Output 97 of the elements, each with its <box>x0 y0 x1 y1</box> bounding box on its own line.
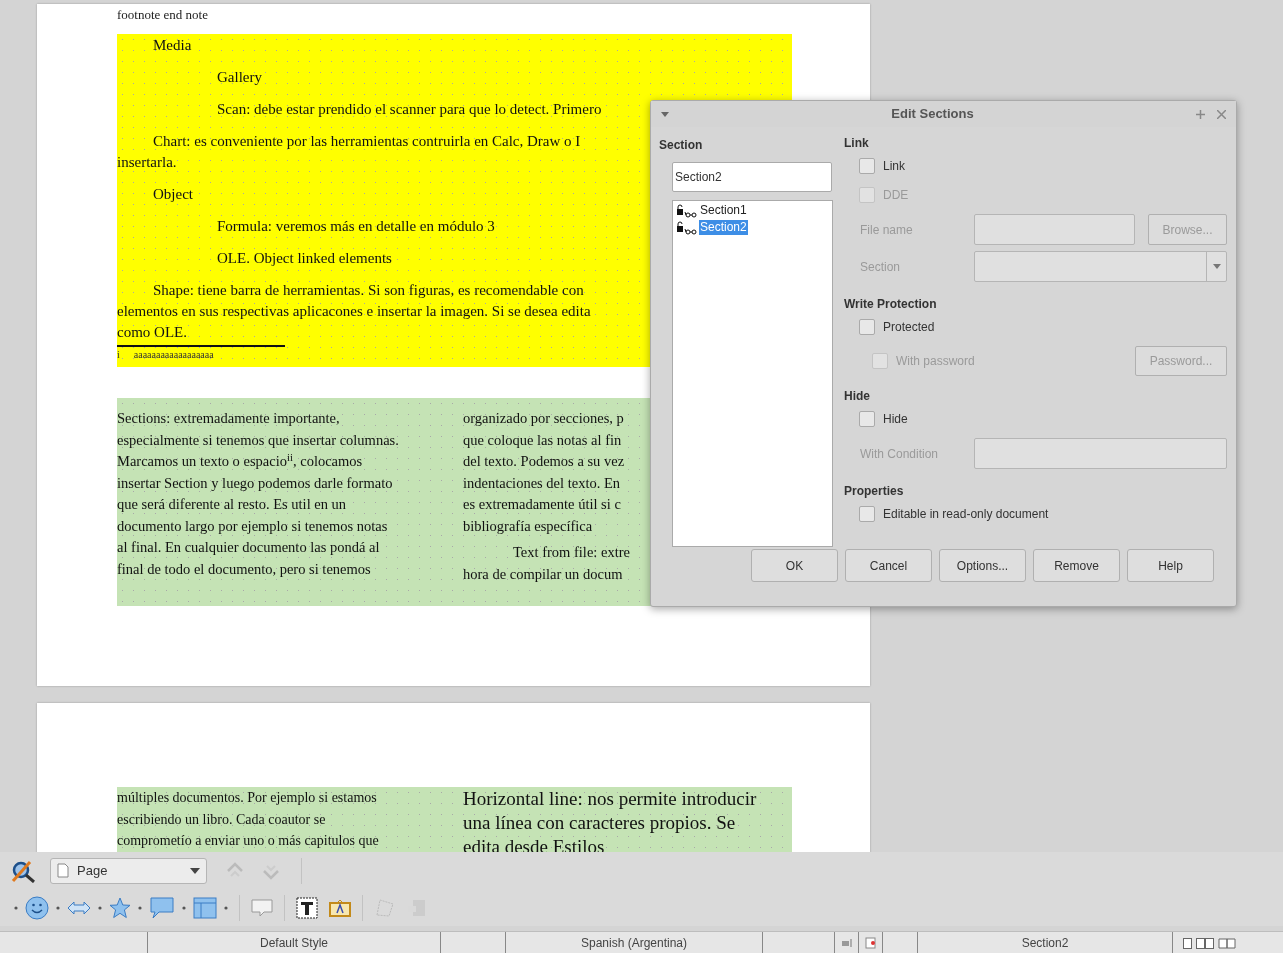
checkbox-label: Editable in read-only document <box>883 505 1049 523</box>
lock-glasses-icon <box>676 220 697 235</box>
field-label: Section <box>860 258 902 276</box>
table-panel-icon[interactable] <box>193 896 217 919</box>
paragraph-line: OLE. Object linked elements <box>216 249 392 268</box>
callout-icon[interactable] <box>251 897 273 918</box>
lock-glasses-icon <box>676 203 697 218</box>
group-heading: Write Protection <box>844 297 938 312</box>
caret-icon[interactable] <box>661 111 669 117</box>
speech-bubble-icon[interactable] <box>149 895 175 920</box>
caret-icon[interactable] <box>56 905 60 910</box>
section-name-text: Section2 <box>1021 935 1069 952</box>
footnote-number: i <box>117 349 120 361</box>
close-icon[interactable] <box>1217 109 1226 119</box>
paragraph-line: como OLE. <box>117 323 187 342</box>
page-style-text: Default Style <box>259 935 328 952</box>
section-dropdown[interactable] <box>974 251 1227 282</box>
footnote-text: aaaaaaaaaaaaaaaaaa <box>133 349 214 361</box>
paragraph-line: Shape: tiene barra de herramientas. Si son figuras, es recomendable con <box>152 281 584 300</box>
paragraph-line: Media <box>152 36 192 55</box>
caret-icon[interactable] <box>98 905 102 910</box>
paragraph-line: organizado por secciones, p <box>463 409 624 428</box>
section-list-item[interactable]: Section1 <box>699 203 748 218</box>
checkbox-label: Hide <box>883 410 908 428</box>
caret-icon[interactable] <box>138 905 142 910</box>
paragraph-line: documento largo por ejemplo si tenemos notas <box>117 516 388 536</box>
paragraph-line: Chart: es conveniente por las herramientas contruirla en Calc, Draw o I <box>152 132 581 151</box>
paragraph-line: Marcamos un texto o espacio$^{ii}$, colocamos <box>117 451 363 471</box>
single-page-view-icon[interactable] <box>1183 937 1192 949</box>
document-icon <box>57 863 69 878</box>
caret-icon <box>1212 264 1221 269</box>
header-text: footnote end note <box>117 8 209 22</box>
field-label: File name <box>860 221 914 239</box>
paragraph-line: escribiendo un libro. Cada coautor se <box>117 810 326 829</box>
paragraph-line: Horizontal line: nos permite introducir <box>463 787 757 811</box>
multi-page-view-icon[interactable] <box>1196 937 1214 949</box>
caret-icon <box>190 867 200 874</box>
insert-mode-icon <box>840 938 853 948</box>
window-title: Edit Sections <box>890 105 975 124</box>
paragraph-line: Text from file: extre <box>512 543 630 562</box>
paragraph-line: comprometío a enviar uno o más capitulos que <box>117 832 379 850</box>
checkbox-label: Link <box>883 157 905 175</box>
paragraph-line: indentaciones del texto. En <box>463 473 621 493</box>
paragraph-line: múltiples documentos. Por ejemplo si estamos <box>117 789 377 807</box>
checkbox[interactable] <box>859 318 875 335</box>
dialog-button[interactable]: Options... <box>939 549 1026 582</box>
paragraph-line: insertarla. <box>117 153 177 172</box>
input-field[interactable] <box>974 214 1135 245</box>
paragraph-line: al final. En cualquier documento las pondá al <box>117 538 380 557</box>
navigation-dropdown[interactable]: Page <box>50 857 207 884</box>
paragraph-line: hora de compilar un docum <box>463 564 623 584</box>
paragraph-line: Sections: extremadamente importante, <box>117 409 340 428</box>
paragraph-line: que será diferente al resto. Es util en un <box>117 495 347 514</box>
polygon-points-icon[interactable] <box>374 896 396 919</box>
checkbox-label: Protected <box>883 318 935 336</box>
paragraph-line: Scan: debe estar prendido el scanner para que lo detect. Primero <box>216 100 602 119</box>
framed-picture-icon[interactable] <box>329 898 351 917</box>
double-arrow-icon[interactable] <box>67 900 91 915</box>
caret-icon[interactable] <box>14 905 18 910</box>
group-heading: Properties <box>844 484 905 499</box>
checkbox[interactable] <box>859 410 875 427</box>
section-name-field[interactable]: Section2 <box>672 162 832 192</box>
pin-icon[interactable] <box>1196 109 1205 119</box>
field-label: With Condition <box>860 445 940 463</box>
group-heading: Hide <box>844 389 871 404</box>
paragraph-line: especialmente si tenemos que insertar columnas. <box>117 430 399 450</box>
dialog-button[interactable]: Cancel <box>845 549 932 582</box>
dialog-button[interactable]: Remove <box>1033 549 1120 582</box>
checkbox-label: With password <box>896 352 975 370</box>
paragraph-line: insertar Section y luego podemos darle formato <box>117 473 393 493</box>
paragraph-line: bibliografía específica <box>463 516 593 536</box>
paragraph-line: del texto. Podemos a su vez <box>463 452 625 471</box>
language-text: Spanish (Argentina) <box>580 935 688 952</box>
dialog-button[interactable]: OK <box>751 549 838 582</box>
paragraph-line: una línea con caracteres propios. Se <box>463 811 736 835</box>
document-modified-icon <box>864 937 877 949</box>
dialog-button[interactable]: Help <box>1127 549 1214 582</box>
caret-icon[interactable] <box>182 905 186 910</box>
group-heading: Link <box>844 136 870 151</box>
star-icon[interactable] <box>109 896 131 919</box>
smiley-icon[interactable] <box>25 895 49 920</box>
book-view-icon[interactable] <box>1218 937 1236 949</box>
paragraph-line: Object <box>152 185 193 204</box>
paragraph-line: Formula: veremos más en detalle en módulo 3 <box>216 217 495 236</box>
paragraph-line: final de todo el documento, pero si tenemos <box>117 559 371 579</box>
text-box-icon[interactable] <box>296 896 318 919</box>
paragraph-line: es extremadamente útil si c <box>463 495 621 514</box>
input-field[interactable] <box>974 438 1227 469</box>
magnifier-pencil-icon[interactable] <box>10 858 36 883</box>
paragraph-line: que coloque las notas al fin <box>463 430 622 450</box>
paragraph-line: elementos en sus respectivas aplicacones e insertar la imagen. Si se desea edita <box>117 302 591 321</box>
checkbox-label: DDE <box>883 186 909 204</box>
checkbox[interactable] <box>859 505 875 522</box>
caret-icon[interactable] <box>224 905 228 910</box>
section-label: Section <box>659 137 704 154</box>
paragraph-line: Gallery <box>216 68 262 87</box>
checkbox[interactable] <box>859 157 875 174</box>
